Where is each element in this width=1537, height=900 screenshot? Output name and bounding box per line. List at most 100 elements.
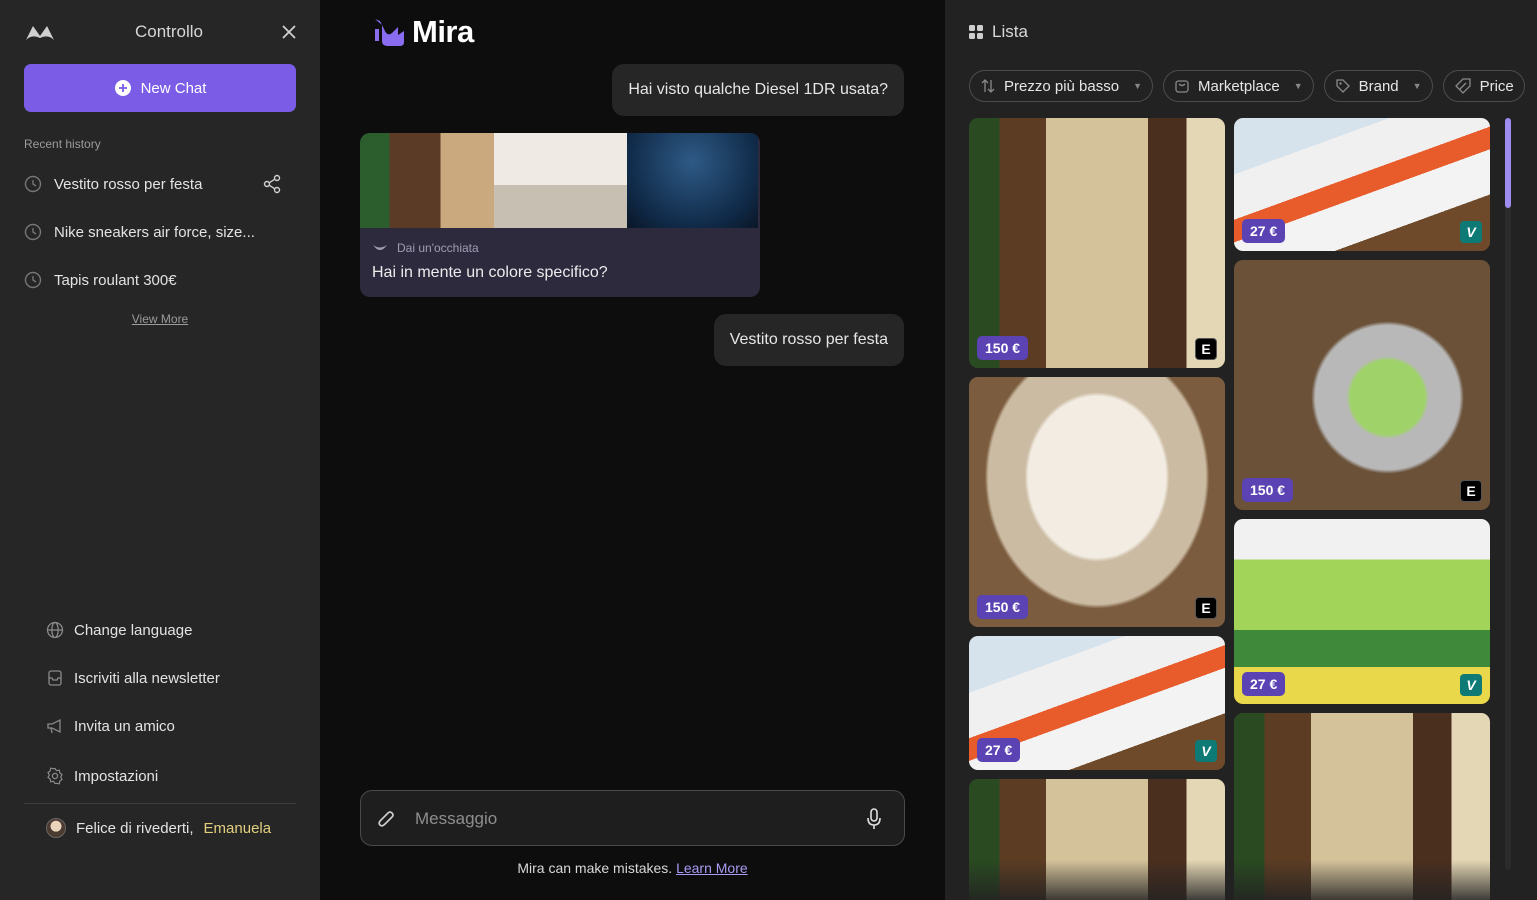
share-icon[interactable]	[262, 174, 282, 194]
panel-header: Lista	[969, 22, 1028, 42]
close-icon[interactable]	[282, 25, 296, 39]
chevron-down-icon: ▼	[1412, 81, 1422, 91]
change-language-label: Change language	[74, 621, 193, 639]
price-tag-icon	[1454, 77, 1472, 95]
marketplace-badge: V	[1195, 740, 1217, 762]
marketplace-badge: V	[1460, 221, 1482, 243]
brand-filter-label: Brand	[1358, 77, 1399, 95]
price-badge: 150 €	[977, 336, 1029, 360]
newsletter-icon	[46, 669, 64, 687]
price-badge: 150 €	[1242, 478, 1294, 502]
chevron-down-icon: ▼	[1293, 81, 1303, 91]
product-card[interactable]: 150 € E	[969, 377, 1225, 627]
megaphone-icon	[46, 717, 64, 735]
globe-icon	[46, 621, 64, 639]
history-item-label: Nike sneakers air force, size...	[54, 223, 255, 241]
invite-friend-label: Invita un amico	[74, 717, 175, 735]
marketplace-badge: V	[1460, 674, 1482, 696]
panel-title: Lista	[992, 22, 1028, 41]
history-icon	[24, 223, 42, 241]
panel-scrollbar[interactable]	[1505, 118, 1511, 870]
price-badge: 27 €	[1242, 219, 1286, 243]
app-root: Controllo New Chat Recent history Vestit…	[0, 0, 1537, 900]
history-item[interactable]: Tapis roulant 300€	[24, 260, 296, 300]
sidebar-header: Controllo	[24, 18, 296, 46]
marketplace-filter-label: Marketplace	[1198, 77, 1280, 95]
tag-icon	[1335, 78, 1351, 94]
sort-icon	[980, 78, 996, 94]
microphone-icon[interactable]	[866, 808, 882, 830]
assistant-message-text: Hai in mente un colore specifico?	[372, 264, 608, 281]
history-icon	[24, 271, 42, 289]
disclaimer: Mira can make mistakes. Learn More	[320, 860, 945, 876]
newsletter-label: Iscriviti alla newsletter	[74, 669, 220, 687]
chevron-down-icon: ▼	[1133, 81, 1142, 91]
invite-friend-item[interactable]: Invita un amico	[46, 712, 175, 740]
gear-icon	[46, 767, 64, 785]
user-message-text: Vestito rosso per festa	[729, 331, 888, 348]
results-panel: Lista Prezzo più basso ▼ Marketplace ▼ B…	[945, 0, 1537, 900]
product-card[interactable]	[969, 779, 1225, 900]
settings-label: Impostazioni	[74, 767, 159, 785]
message-composer	[360, 790, 905, 846]
bag-icon	[1174, 78, 1190, 94]
sort-filter[interactable]: Prezzo più basso ▼	[969, 70, 1153, 102]
brand-logo-icon[interactable]	[24, 22, 56, 42]
user-greeting[interactable]: Felice di rivederti, Emanuela	[46, 816, 271, 840]
mira-cat-icon	[372, 15, 406, 49]
assistant-subtitle: Dai un'occhiata	[372, 241, 479, 255]
new-chat-button[interactable]: New Chat	[24, 64, 296, 112]
product-card[interactable]: 27 € V	[1234, 519, 1490, 704]
marketplace-badge: E	[1195, 597, 1217, 619]
card-image	[360, 133, 494, 228]
history-item-label: Tapis roulant 300€	[54, 271, 177, 289]
sidebar: Controllo New Chat Recent history Vestit…	[0, 0, 320, 900]
marketplace-filter[interactable]: Marketplace ▼	[1163, 70, 1314, 102]
settings-item[interactable]: Impostazioni	[46, 762, 158, 790]
learn-more-link[interactable]: Learn More	[676, 860, 748, 876]
product-card[interactable]: 150 € E	[969, 118, 1225, 368]
logo-text: Mira	[412, 14, 474, 49]
product-card[interactable]: 27 € V	[1234, 118, 1490, 251]
new-chat-label: New Chat	[140, 79, 207, 97]
price-badge: 27 €	[977, 738, 1021, 762]
greeting-text: Felice di rivederti,	[76, 819, 194, 837]
filter-bar: Prezzo più basso ▼ Marketplace ▼ Brand ▼…	[969, 70, 1525, 102]
view-more-link[interactable]: View More	[0, 312, 320, 326]
product-card[interactable]	[1234, 713, 1490, 900]
price-filter[interactable]: Price	[1442, 70, 1525, 102]
message-input[interactable]	[415, 806, 845, 832]
card-image-strip	[360, 133, 758, 228]
mira-logo: Mira	[372, 14, 474, 50]
card-image	[627, 133, 758, 228]
assistant-subtitle-text: Dai un'occhiata	[397, 241, 479, 255]
chat-plus-icon	[114, 79, 132, 97]
recent-history-label: Recent history	[24, 137, 101, 151]
chat-area: Mira Hai visto qualche Diesel 1DR usata?…	[320, 0, 945, 900]
smile-icon	[372, 243, 388, 253]
product-card[interactable]: 27 € V	[969, 636, 1225, 770]
history-item[interactable]: Vestito rosso per festa	[24, 164, 296, 204]
user-message-text: Hai visto qualche Diesel 1DR usata?	[628, 81, 888, 98]
marketplace-badge: E	[1460, 480, 1482, 502]
newsletter-item[interactable]: Iscriviti alla newsletter	[46, 664, 220, 692]
assistant-card[interactable]: Dai un'occhiata Hai in mente un colore s…	[360, 133, 760, 297]
product-card[interactable]: 150 € E	[1234, 260, 1490, 510]
change-language-item[interactable]: Change language	[46, 616, 192, 644]
grid-icon	[969, 25, 983, 39]
paperclip-icon[interactable]	[377, 809, 395, 829]
user-message: Vestito rosso per festa	[713, 314, 904, 366]
sidebar-divider	[24, 803, 296, 804]
brand-filter[interactable]: Brand ▼	[1323, 70, 1433, 102]
card-image	[494, 133, 627, 228]
history-icon	[24, 175, 42, 193]
history-item[interactable]: Nike sneakers air force, size...	[24, 212, 296, 252]
sort-filter-label: Prezzo più basso	[1004, 77, 1120, 95]
user-name: Emanuela	[203, 819, 272, 837]
history-item-label: Vestito rosso per festa	[54, 175, 203, 193]
sidebar-title: Controllo	[134, 22, 204, 41]
scrollbar-thumb[interactable]	[1505, 118, 1511, 208]
price-filter-label: Price	[1479, 77, 1514, 95]
disclaimer-text: Mira can make mistakes.	[517, 860, 673, 876]
price-badge: 150 €	[977, 595, 1029, 619]
